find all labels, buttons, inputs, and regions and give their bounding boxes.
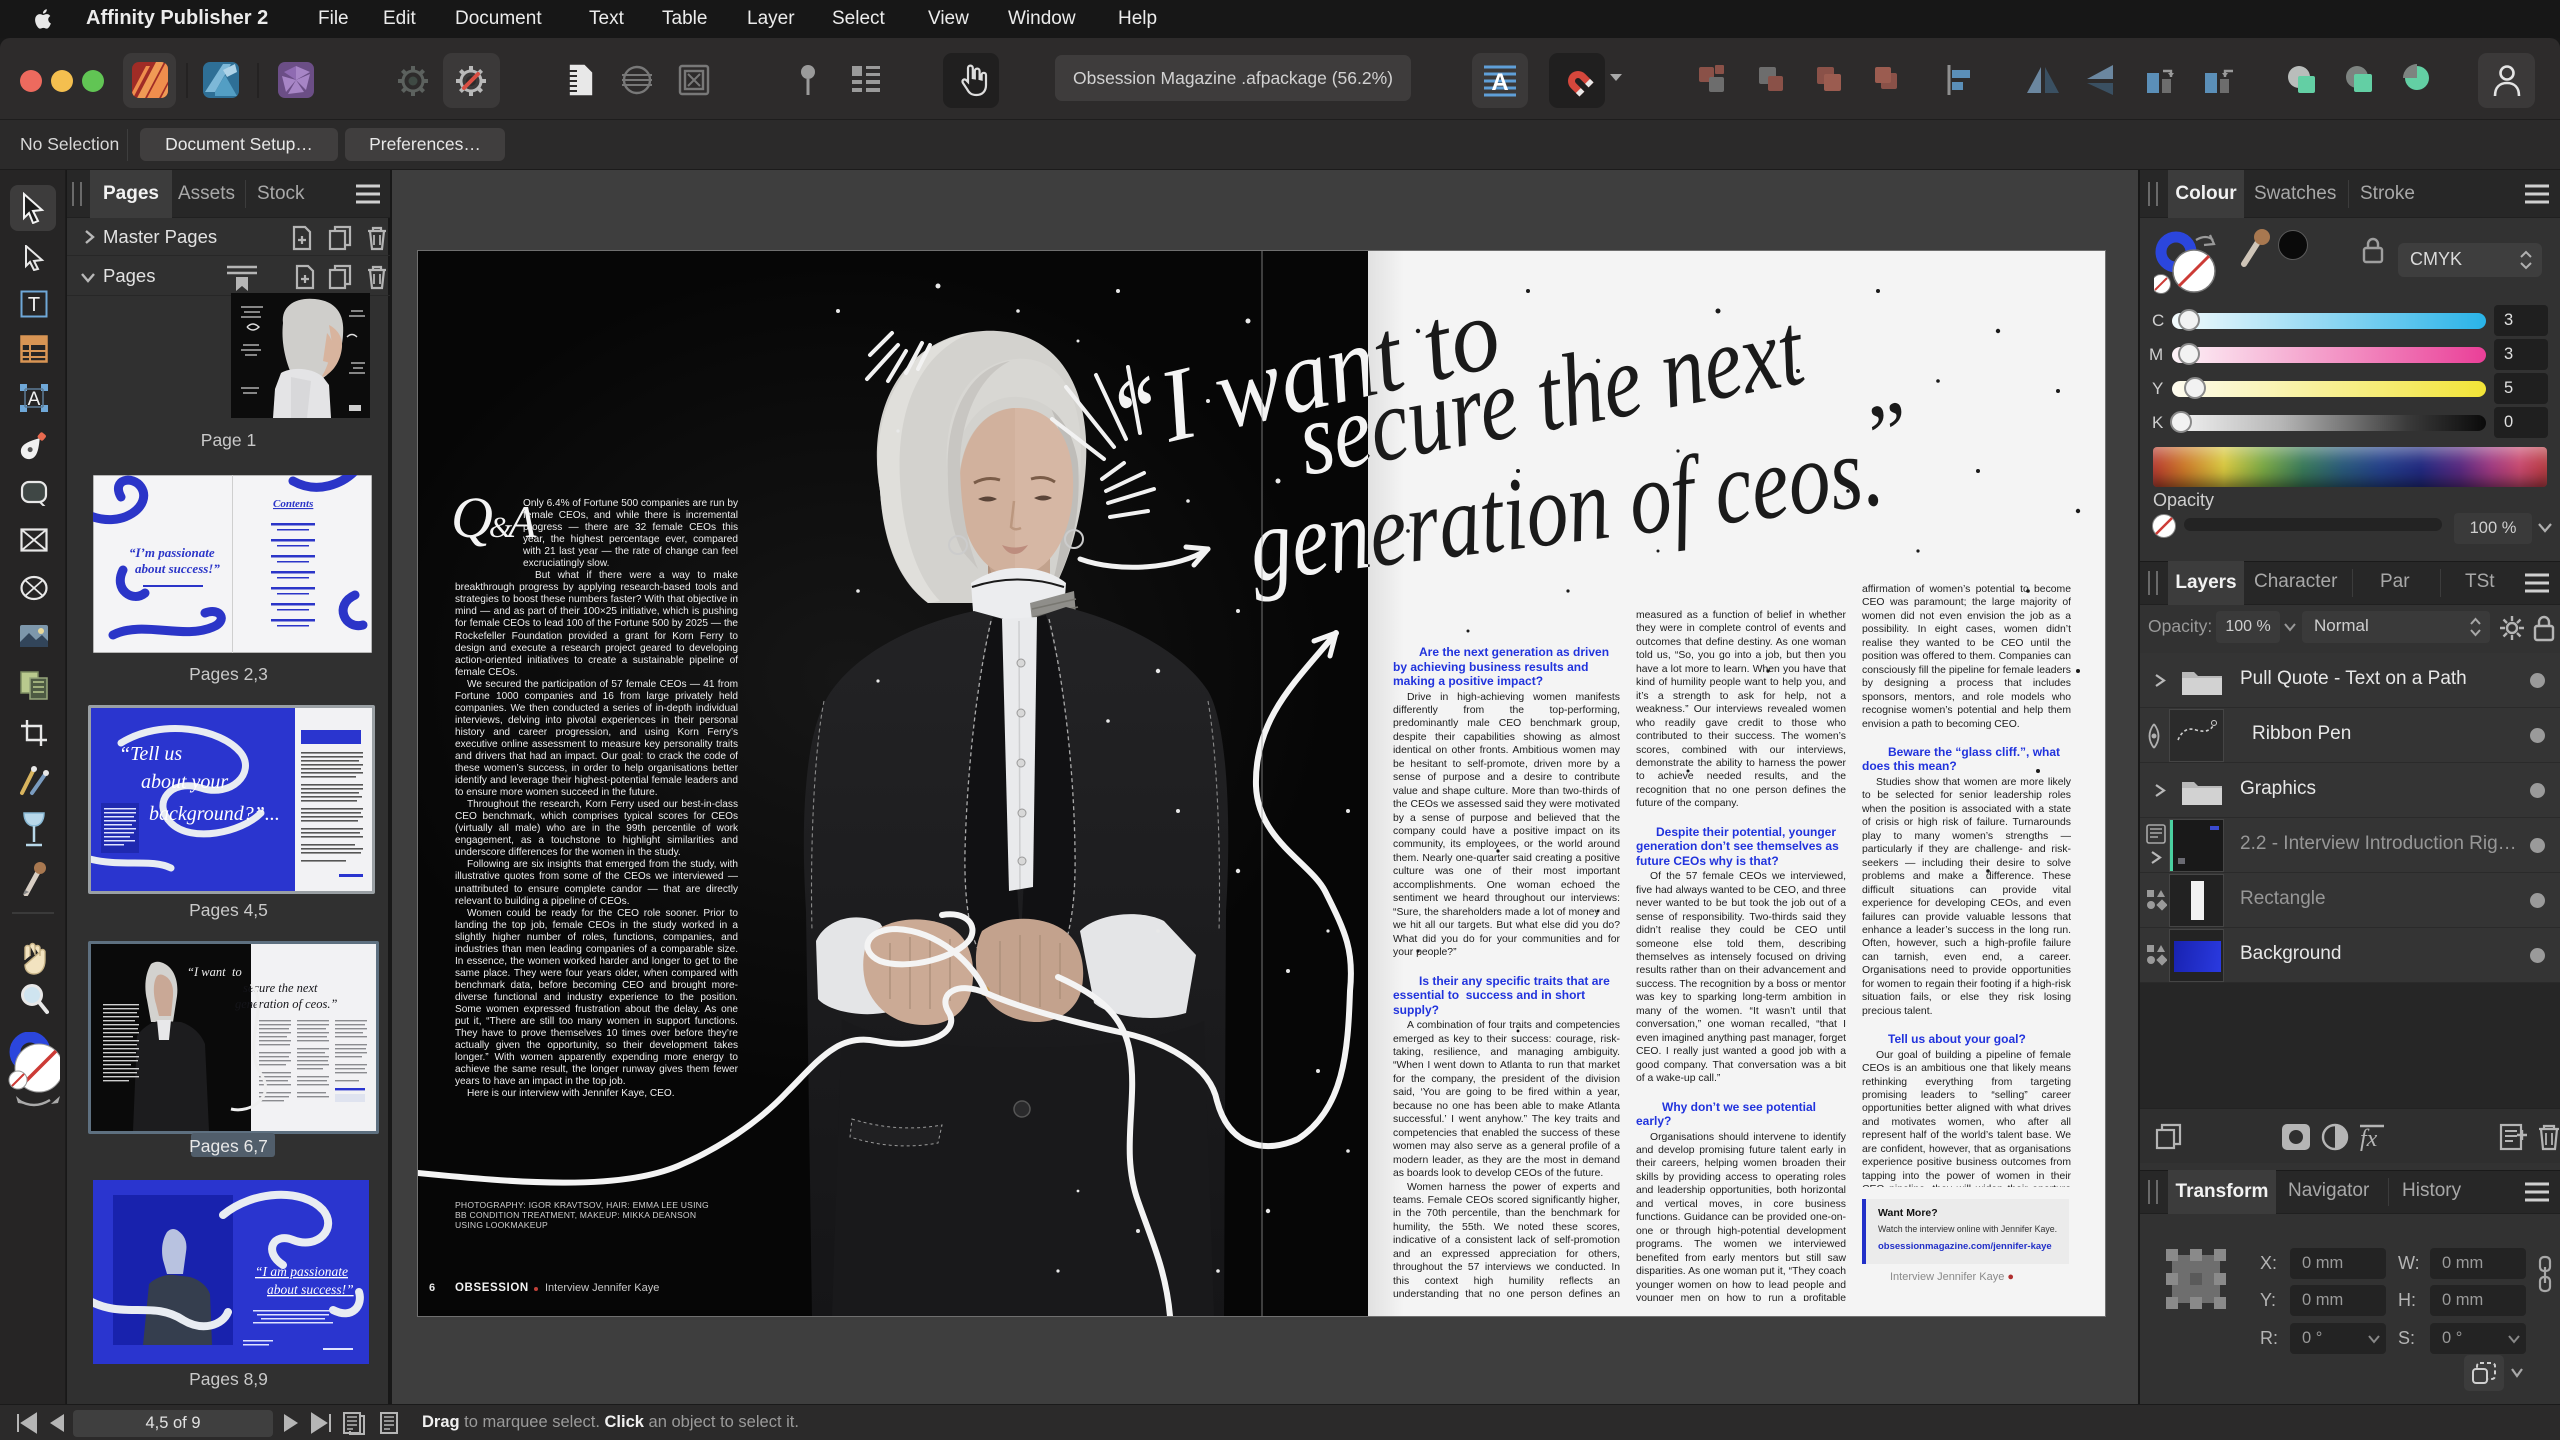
svg-text:about success!”: about success!” bbox=[135, 561, 220, 576]
svg-text:background?”...: background?”... bbox=[149, 803, 280, 825]
svg-text:“I’m passionate: “I’m passionate bbox=[129, 545, 215, 560]
svg-text:about success!”: about success!” bbox=[267, 1282, 354, 1297]
svg-text:fx: fx bbox=[2360, 1126, 2378, 1152]
svg-text:T: T bbox=[28, 294, 40, 316]
svg-text:“I want: “I want bbox=[187, 965, 226, 979]
svg-text:to: to bbox=[232, 965, 242, 979]
svg-text:Contents: Contents bbox=[273, 498, 313, 510]
svg-text:A: A bbox=[1491, 69, 1508, 96]
svg-text:generation of ceos.”: generation of ceos.” bbox=[235, 997, 337, 1011]
svg-text:about your: about your bbox=[141, 771, 228, 793]
svg-text:A: A bbox=[28, 389, 41, 410]
svg-text:“I am passionate: “I am passionate bbox=[255, 1264, 348, 1279]
svg-text:“Tell us: “Tell us bbox=[119, 743, 182, 765]
